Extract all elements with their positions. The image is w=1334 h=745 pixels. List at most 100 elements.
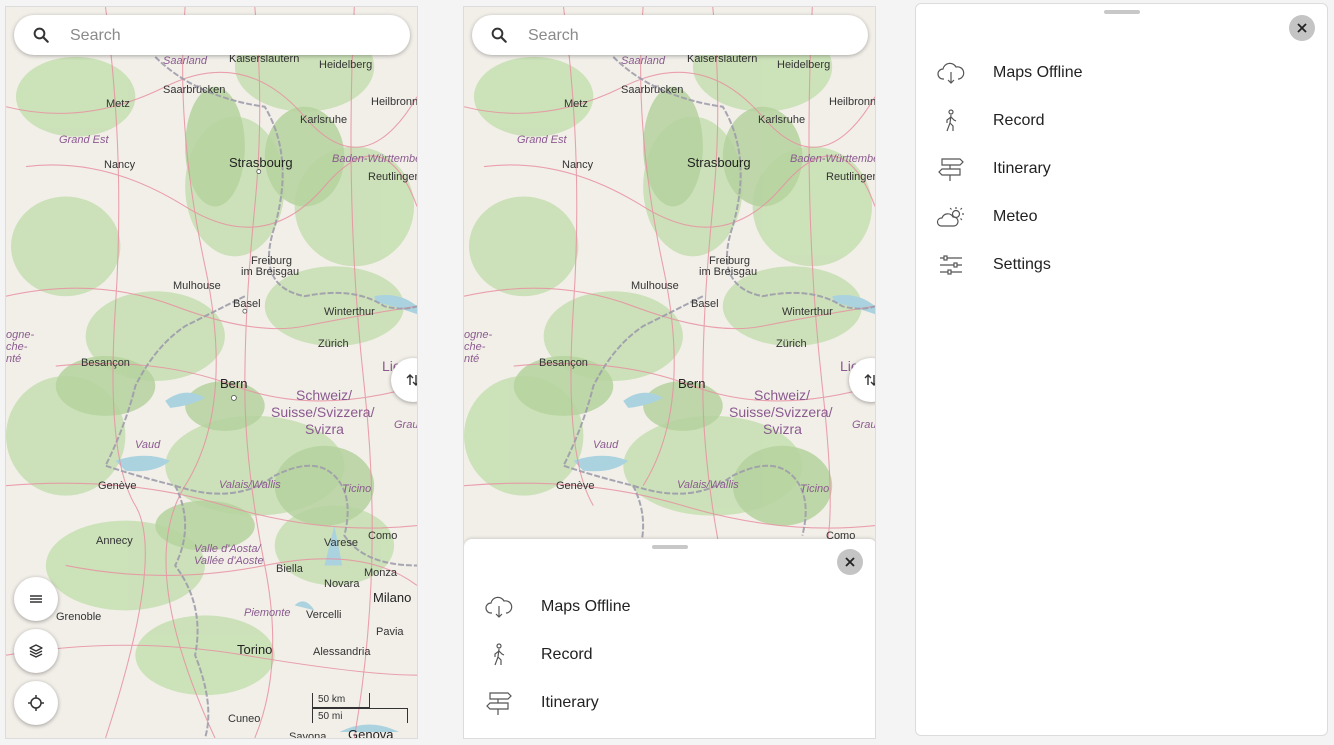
map-label-monza: Monza xyxy=(364,567,398,579)
menu-item-itinerary[interactable]: Itinerary xyxy=(916,145,1327,193)
map-label-strasbourg: Strasbourg xyxy=(229,155,293,170)
map-label-vercelli: Vercelli xyxy=(306,609,342,621)
map-label-saarland: Saarland xyxy=(163,55,208,67)
map-screen-with-sheet: Saarland Kaiserslautern Heidelberg Metz … xyxy=(463,6,876,739)
map-label-schweiz-1: Schweiz/ xyxy=(754,387,811,403)
cloud-download-icon xyxy=(485,596,513,618)
menu-item-label: Record xyxy=(541,646,593,663)
map-label-savona: Savona xyxy=(289,731,327,739)
map-label-bern: Bern xyxy=(220,376,248,391)
scale-km: 50 km xyxy=(318,694,346,705)
map-label-saarbrucken: Saarbrücken xyxy=(163,84,226,96)
map-label-schweiz-2: Suisse/Svizzera/ xyxy=(729,404,833,420)
search-bar[interactable] xyxy=(14,15,410,55)
map-label-geneve: Genève xyxy=(556,480,595,492)
map-label-besancon: Besançon xyxy=(81,357,130,369)
sheet-drag-handle[interactable] xyxy=(1104,10,1140,14)
map-label-novara: Novara xyxy=(324,578,360,590)
map-label-geneve: Genève xyxy=(98,480,137,492)
map-label-zurich: Zürich xyxy=(318,338,349,350)
map-label-metz: Metz xyxy=(564,98,588,110)
map-label-grenoble: Grenoble xyxy=(56,611,102,623)
map-label-bourgogne-3: nté xyxy=(6,353,22,365)
map-label-basel: Basel xyxy=(233,298,261,310)
map-canvas[interactable] xyxy=(6,7,417,738)
close-icon xyxy=(845,557,855,567)
menu-item-label: Maps Offline xyxy=(541,598,631,615)
map-label-basel: Basel xyxy=(691,298,719,310)
map-label-vaud: Vaud xyxy=(135,439,161,451)
sheet-drag-handle[interactable] xyxy=(652,545,688,549)
swap-vertical-icon xyxy=(864,374,875,386)
signpost-icon xyxy=(486,692,512,715)
map-label-milano: Milano xyxy=(373,590,412,605)
map-label-ticino: Ticino xyxy=(800,483,830,495)
map-label-im-breisgau: im Breisgau xyxy=(241,266,300,278)
close-button[interactable] xyxy=(837,549,863,575)
map-label-metz: Metz xyxy=(106,98,130,110)
layers-button[interactable] xyxy=(14,629,58,673)
map-label-heilbronn: Heilbronn xyxy=(829,96,876,108)
map-label-alessandria: Alessandria xyxy=(313,646,371,658)
map-label-heidelberg: Heidelberg xyxy=(777,59,831,71)
menu-button[interactable] xyxy=(14,577,58,621)
map-label-bourgogne-1: ogne- xyxy=(6,329,35,341)
map-scale: 50 km 50 mi xyxy=(312,693,408,729)
walking-person-icon xyxy=(946,109,957,132)
map-label-saarland: Saarland xyxy=(621,55,666,67)
map-label-bourgogne-2: che- xyxy=(6,341,28,353)
menu-screen: Maps Offline Record Itinerary Meteo Sett… xyxy=(915,3,1328,736)
search-bar[interactable] xyxy=(472,15,868,55)
map-label-nancy: Nancy xyxy=(562,159,594,171)
map-label-mulhouse: Mulhouse xyxy=(631,280,679,292)
search-input[interactable] xyxy=(68,24,372,48)
map-label-bern: Bern xyxy=(678,376,706,391)
map-label-vaud: Vaud xyxy=(593,439,619,451)
menu-item-maps-offline[interactable]: Maps Offline xyxy=(464,583,875,631)
crosshair-icon xyxy=(28,695,44,711)
layers-icon xyxy=(29,644,43,658)
map-label-heidelberg: Heidelberg xyxy=(319,59,373,71)
bottom-sheet-menu: Maps Offline Record Itinerary xyxy=(464,539,875,738)
menu-item-record[interactable]: Record xyxy=(464,631,875,679)
map-label-grau: Grau xyxy=(852,419,876,431)
locate-me-button[interactable] xyxy=(14,681,58,725)
scale-mi: 50 mi xyxy=(318,711,343,722)
map-label-baden: Baden-Württemberg xyxy=(790,153,875,165)
map-label-schweiz-1: Schweiz/ xyxy=(296,387,353,403)
map-label-winterthur: Winterthur xyxy=(324,306,375,318)
map-label-winterthur: Winterthur xyxy=(782,306,833,318)
menu-item-label: Record xyxy=(993,112,1045,129)
menu-item-label: Meteo xyxy=(993,208,1038,225)
swap-vertical-icon xyxy=(406,374,417,386)
map-label-im-breisgau: im Breisgau xyxy=(699,266,758,278)
menu-item-label: Maps Offline xyxy=(993,64,1083,81)
map-label-schweiz-3: Svizra xyxy=(305,421,344,437)
menu-item-label: Settings xyxy=(993,256,1051,273)
search-icon xyxy=(33,27,49,43)
menu-item-itinerary[interactable]: Itinerary xyxy=(464,679,875,727)
menu-item-maps-offline[interactable]: Maps Offline xyxy=(916,49,1327,97)
menu-item-meteo[interactable]: Meteo xyxy=(916,193,1327,241)
map-label-mulhouse: Mulhouse xyxy=(173,280,221,292)
close-button[interactable] xyxy=(1289,15,1315,41)
map-label-baden: Baden-Württemberg xyxy=(332,153,417,165)
map-label-annecy: Annecy xyxy=(96,535,133,547)
map-label-bourgogne-2: che- xyxy=(464,341,486,353)
map-label-grau: Grau xyxy=(394,419,418,431)
signpost-icon xyxy=(938,158,964,181)
map-label-strasbourg: Strasbourg xyxy=(687,155,751,170)
map-label-bourgogne-1: ogne- xyxy=(464,329,493,341)
map-label-reutlingen: Reutlingen xyxy=(826,171,876,183)
map-label-valais: Valais/Wallis xyxy=(219,479,281,491)
search-input[interactable] xyxy=(526,24,830,48)
menu-item-record[interactable]: Record xyxy=(916,97,1327,145)
map-label-aosta-2: Vallée d'Aoste xyxy=(194,555,264,567)
search-icon xyxy=(491,27,507,43)
map-label-valais: Valais/Wallis xyxy=(677,479,739,491)
menu-item-settings[interactable]: Settings xyxy=(916,241,1327,289)
map-label-zurich: Zürich xyxy=(776,338,807,350)
map-label-pavia: Pavia xyxy=(376,626,404,638)
walking-person-icon xyxy=(494,643,505,666)
map-label-cuneo: Cuneo xyxy=(228,713,261,725)
